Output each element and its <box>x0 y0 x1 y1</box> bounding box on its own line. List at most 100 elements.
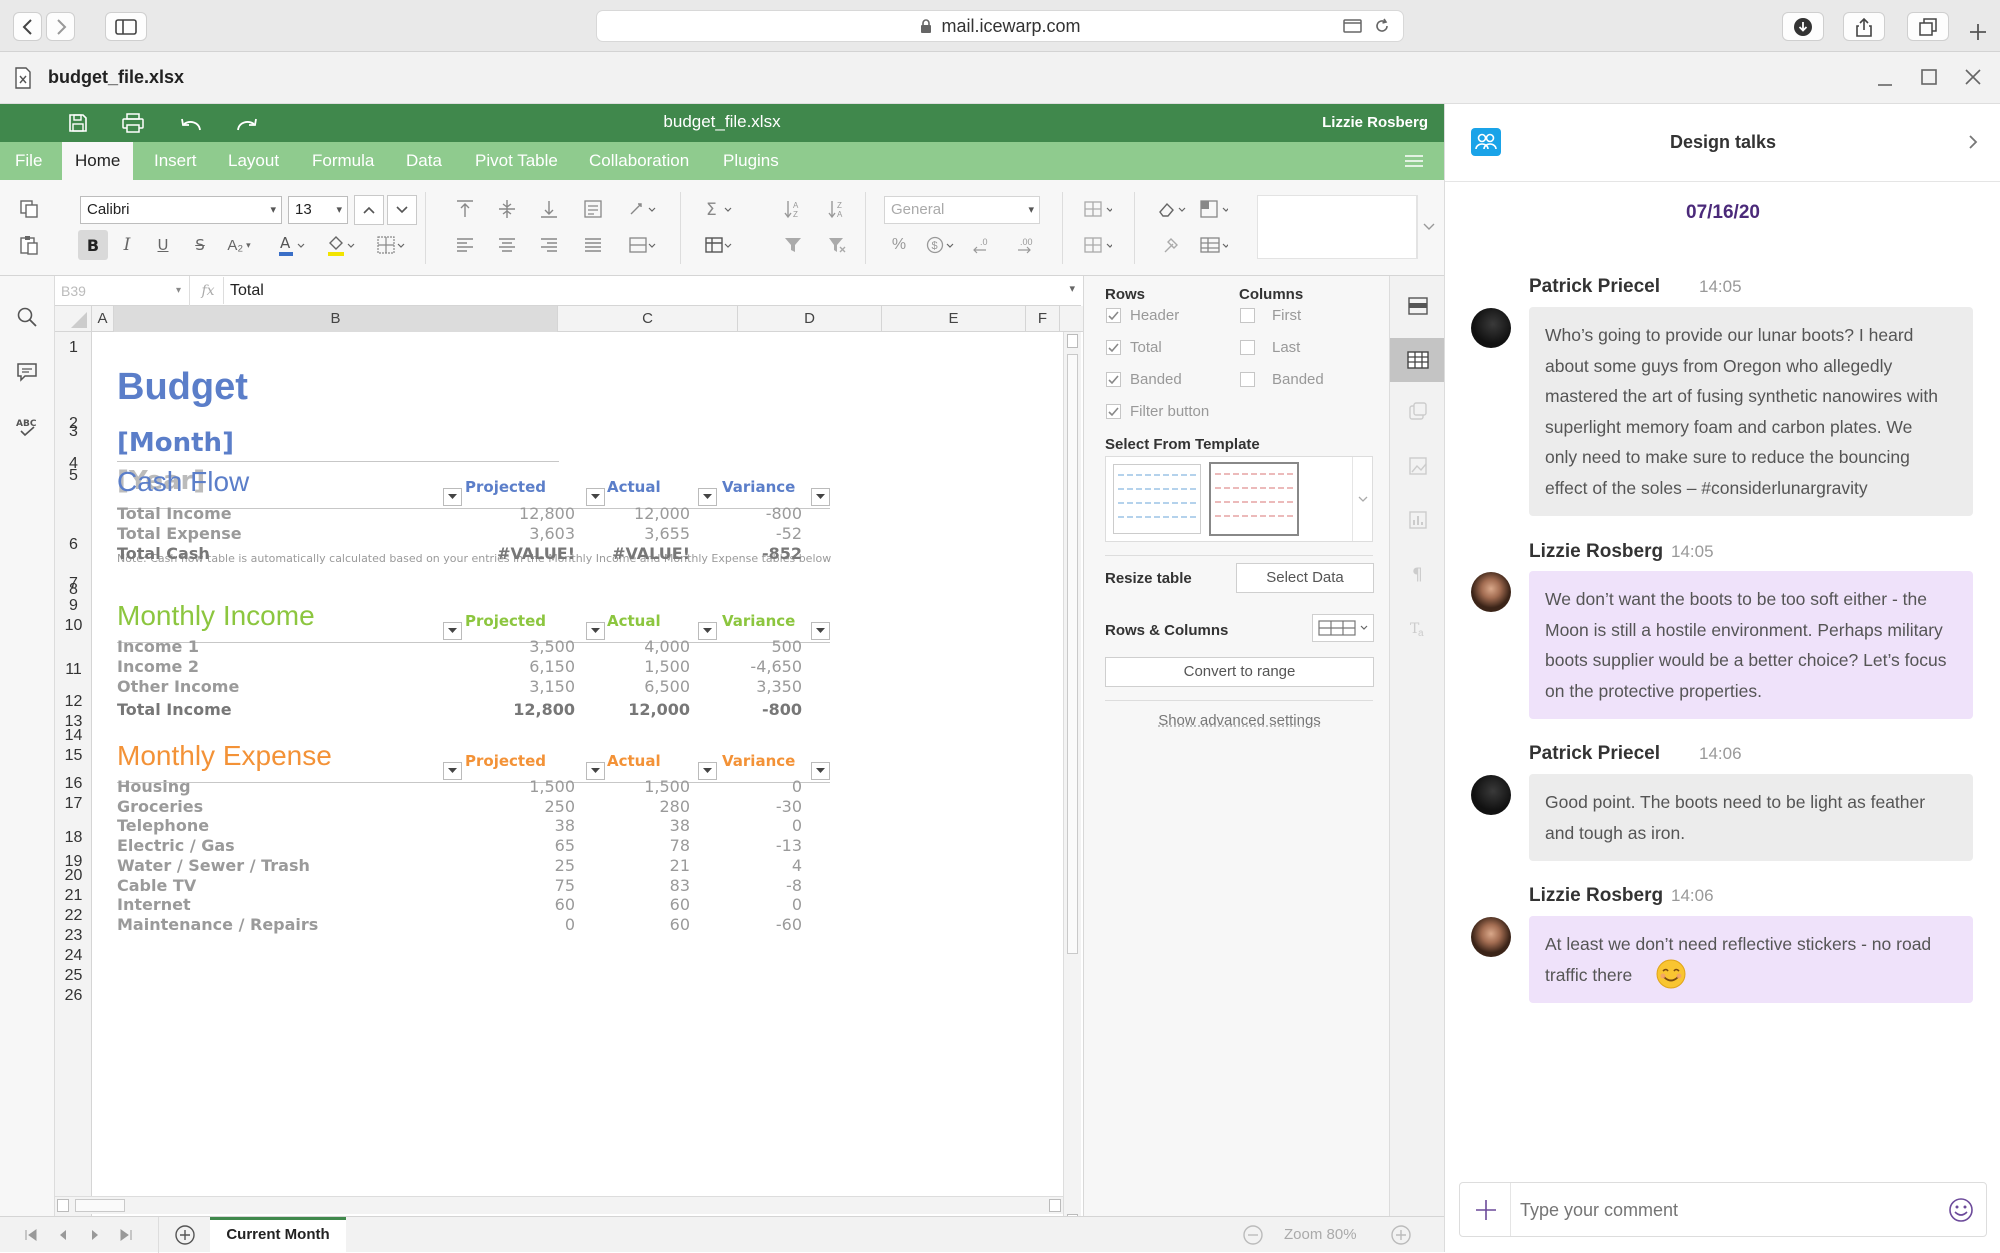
tab-formula[interactable]: Formula <box>299 142 387 180</box>
column-header-c[interactable]: C <box>558 306 738 332</box>
template-expand-button[interactable] <box>1352 457 1372 541</box>
cell-settings-button[interactable] <box>1390 284 1445 328</box>
align-middle-button[interactable] <box>492 194 522 224</box>
number-format-select[interactable]: General ▾ <box>884 196 1040 224</box>
row-header[interactable]: 18 <box>55 829 92 847</box>
new-tab-button[interactable] <box>1968 22 1988 42</box>
align-left-button[interactable] <box>450 230 480 260</box>
justify-button[interactable] <box>578 230 608 260</box>
row-header[interactable]: 26 <box>55 987 92 1005</box>
scroll-thumb[interactable] <box>1067 354 1078 954</box>
chevron-down-icon[interactable]: ▾ <box>1069 282 1075 295</box>
add-sheet-icon[interactable] <box>174 1224 196 1246</box>
align-top-button[interactable] <box>450 194 480 224</box>
header-checkbox[interactable] <box>1106 308 1121 323</box>
font-size-select[interactable]: 13 ▾ <box>288 196 348 224</box>
underline-button[interactable]: U <box>148 230 178 260</box>
conditional-format-button[interactable] <box>1198 230 1228 260</box>
row-header[interactable]: 22 <box>55 907 92 925</box>
back-button[interactable] <box>13 12 42 41</box>
row-header[interactable]: 20 <box>55 867 92 885</box>
table-settings-button[interactable] <box>1390 338 1445 382</box>
strikethrough-button[interactable]: S <box>185 230 215 260</box>
sheet-tab-current-month[interactable]: Current Month <box>210 1217 346 1252</box>
fx-icon[interactable]: fx <box>195 276 221 306</box>
address-bar[interactable]: mail.icewarp.com <box>596 10 1404 42</box>
template-blue[interactable] <box>1113 464 1201 534</box>
first-sheet-icon[interactable] <box>24 1228 38 1242</box>
filter-dropdown-button[interactable] <box>811 762 830 780</box>
filter-dropdown-button[interactable] <box>811 622 830 640</box>
row-header[interactable]: 23 <box>55 927 92 945</box>
font-color-button[interactable]: A <box>276 230 306 260</box>
tabs-overview-button[interactable] <box>1907 12 1949 41</box>
template-red[interactable] <box>1209 462 1299 536</box>
filter-dropdown-button[interactable] <box>811 488 830 506</box>
currency-button[interactable]: $ <box>926 230 956 260</box>
banded-rows-checkbox[interactable] <box>1106 372 1121 387</box>
chart-settings-button[interactable] <box>1390 498 1445 542</box>
sort-ascending-button[interactable]: AZ <box>778 194 808 224</box>
align-center-button[interactable] <box>492 230 522 260</box>
sidebar-toggle-button[interactable] <box>105 12 147 41</box>
tab-collaboration[interactable]: Collaboration <box>576 142 702 180</box>
filter-dropdown-button[interactable] <box>443 488 462 506</box>
column-header-f[interactable]: F <box>1026 306 1060 332</box>
filter-button-checkbox[interactable] <box>1106 404 1121 419</box>
banded-columns-checkbox[interactable] <box>1240 372 1255 387</box>
vertical-scrollbar[interactable] <box>1063 332 1081 1216</box>
row-header[interactable]: 25 <box>55 967 92 985</box>
last-column-checkbox[interactable] <box>1240 340 1255 355</box>
next-sheet-icon[interactable] <box>88 1228 102 1242</box>
clear-filter-button[interactable] <box>822 230 852 260</box>
row-header[interactable]: 16 <box>55 775 92 793</box>
insert-cells-button[interactable] <box>1082 194 1112 224</box>
filter-dropdown-button[interactable] <box>443 762 462 780</box>
maximize-icon[interactable] <box>1920 68 1938 86</box>
decrease-decimal-button[interactable]: .0 <box>970 230 1000 260</box>
scroll-right-arrow[interactable] <box>1049 1199 1061 1212</box>
align-bottom-button[interactable] <box>534 194 564 224</box>
reload-icon[interactable] <box>1373 17 1391 35</box>
tab-plugins[interactable]: Plugins <box>710 142 792 180</box>
row-header[interactable]: 9 <box>55 597 92 615</box>
text-orientation-button[interactable] <box>628 194 658 224</box>
font-name-select[interactable]: Calibri ▾ <box>80 196 282 224</box>
rows-columns-select[interactable] <box>1312 614 1374 642</box>
row-header[interactable]: 3 <box>55 423 92 441</box>
plus-icon[interactable] <box>1474 1198 1498 1222</box>
search-icon[interactable] <box>16 306 38 328</box>
forward-button[interactable] <box>46 12 75 41</box>
increase-font-button[interactable] <box>354 195 384 225</box>
total-checkbox[interactable] <box>1106 340 1121 355</box>
reader-icon[interactable] <box>1343 18 1363 34</box>
styles-expand-button[interactable] <box>1417 195 1439 259</box>
borders-button[interactable] <box>376 230 406 260</box>
tab-home[interactable]: Home <box>62 142 134 180</box>
filter-button[interactable] <box>778 230 808 260</box>
paragraph-settings-button[interactable]: ¶ <box>1390 552 1445 596</box>
merge-cells-button[interactable] <box>628 230 658 260</box>
tab-data[interactable]: Data <box>393 142 455 180</box>
italic-button[interactable]: I <box>112 230 142 260</box>
bold-button[interactable]: B <box>78 230 108 260</box>
row-header[interactable]: 21 <box>55 887 92 905</box>
row-header[interactable]: 17 <box>55 795 92 813</box>
tab-insert[interactable]: Insert <box>141 142 210 180</box>
tab-file[interactable]: File <box>2 142 55 180</box>
insert-function-button[interactable] <box>704 230 734 260</box>
avatar[interactable] <box>1471 775 1511 815</box>
zoom-out-icon[interactable] <box>1242 1224 1264 1246</box>
wrap-text-button[interactable] <box>578 194 608 224</box>
tab-layout[interactable]: Layout <box>215 142 292 180</box>
close-icon[interactable] <box>1964 68 1982 86</box>
fill-color-button[interactable] <box>326 230 356 260</box>
emoji-picker-icon[interactable] <box>1948 1197 1974 1223</box>
scroll-thumb[interactable] <box>75 1199 125 1212</box>
decrease-font-button[interactable] <box>387 195 417 225</box>
sort-descending-button[interactable]: ZA <box>822 194 852 224</box>
avatar[interactable] <box>1471 572 1511 612</box>
copy-style-button[interactable] <box>1156 230 1186 260</box>
row-header[interactable]: 12 <box>55 693 92 711</box>
comment-input[interactable] <box>1520 1195 1920 1225</box>
